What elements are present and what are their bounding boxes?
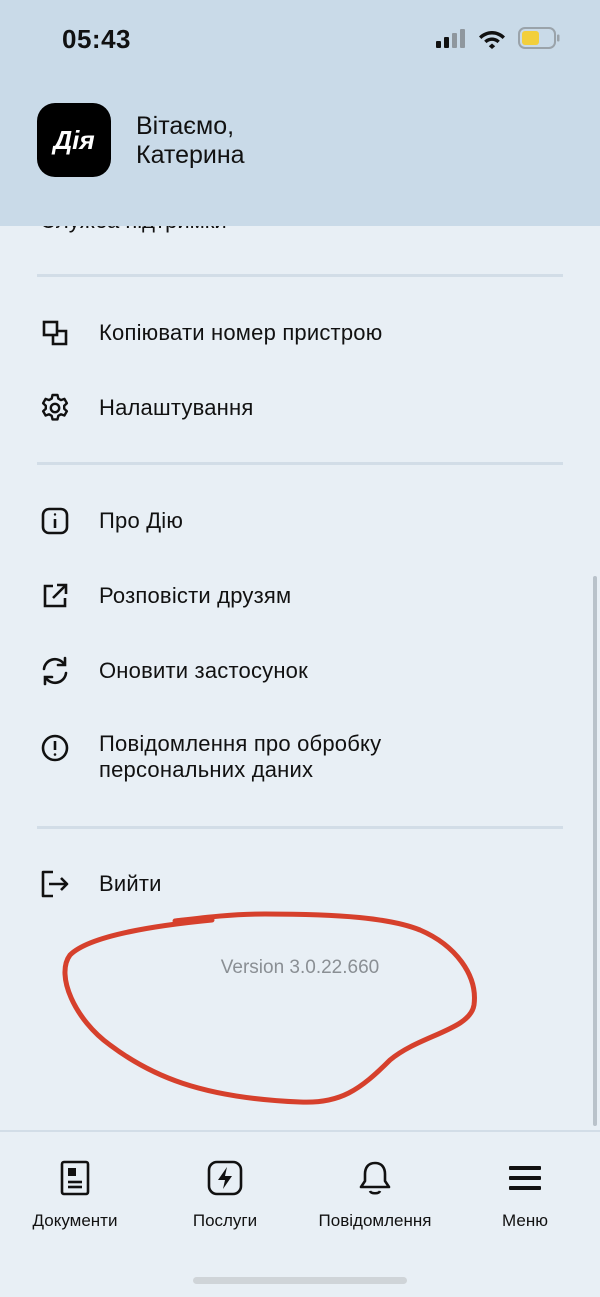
gear-icon <box>38 391 72 425</box>
tab-notifications[interactable]: Повідомлення <box>300 1160 450 1231</box>
share-icon <box>38 579 72 613</box>
app-header: 05:43 Дія Вітаємо, Катерина <box>0 0 600 226</box>
app-version: Version 3.0.22.660 <box>220 957 380 978</box>
app-logo: Дія <box>37 103 111 177</box>
menu-item-about[interactable]: Про Дію <box>38 504 558 538</box>
menu-item-label: Вийти <box>99 871 162 896</box>
tab-label: Послуги <box>192 1211 258 1230</box>
tab-menu[interactable]: Меню <box>450 1160 600 1231</box>
greeting: Вітаємо, Катерина <box>136 112 245 170</box>
menu-item-label: Розповісти друзям <box>99 583 292 608</box>
logout-icon <box>38 867 72 901</box>
document-icon <box>60 1160 90 1201</box>
menu-item-logout[interactable]: Вийти <box>38 867 558 901</box>
status-icons <box>436 27 560 54</box>
menu-item-label: Повідомлення про обробку персональних да… <box>99 731 381 783</box>
refresh-icon <box>38 654 72 688</box>
copy-icon <box>38 316 72 350</box>
battery-icon <box>518 27 560 54</box>
menu-item-copy-device-number[interactable]: Копіювати номер пристрою <box>38 316 558 350</box>
greeting-name: Катерина <box>136 141 245 169</box>
bell-icon <box>358 1160 392 1201</box>
cellular-signal-icon <box>436 28 466 53</box>
menu-item-label: Про Дію <box>99 508 184 533</box>
menu-item-label-line2: персональних даних <box>99 757 314 782</box>
home-indicator[interactable] <box>193 1277 407 1284</box>
divider <box>37 826 563 829</box>
info-icon <box>38 504 72 538</box>
tab-label: Повідомлення <box>318 1211 432 1230</box>
menu-item-label: Оновити застосунок <box>99 658 308 683</box>
tab-documents[interactable]: Документи <box>0 1160 150 1231</box>
menu-item-label-line1: Повідомлення про обробку <box>99 731 382 756</box>
tab-services[interactable]: Послуги <box>150 1160 300 1231</box>
divider <box>37 462 563 465</box>
bottom-tab-bar: Документи Послуги Повідомлення Меню <box>0 1130 600 1297</box>
greeting-line1: Вітаємо, <box>136 112 235 140</box>
screen: Служба підтримки Копіювати номер пристро… <box>0 0 600 1297</box>
status-time: 05:43 <box>62 24 131 54</box>
menu-item-personal-data-notice[interactable]: Повідомлення про обробку персональних да… <box>38 731 558 783</box>
exclamation-icon <box>38 731 72 765</box>
menu-item-update-app[interactable]: Оновити застосунок <box>38 654 558 688</box>
menu-item-share[interactable]: Розповісти друзям <box>38 579 558 613</box>
lightning-icon <box>207 1160 243 1201</box>
menu-icon <box>508 1160 542 1201</box>
divider <box>37 274 563 277</box>
tab-label: Меню <box>502 1211 548 1230</box>
menu-item-settings[interactable]: Налаштування <box>38 391 558 425</box>
scrollbar[interactable] <box>593 576 597 1126</box>
wifi-icon <box>478 27 506 54</box>
menu-item-label: Копіювати номер пристрою <box>99 320 383 345</box>
menu-item-label: Налаштування <box>99 395 254 420</box>
tab-label: Документи <box>32 1211 118 1230</box>
